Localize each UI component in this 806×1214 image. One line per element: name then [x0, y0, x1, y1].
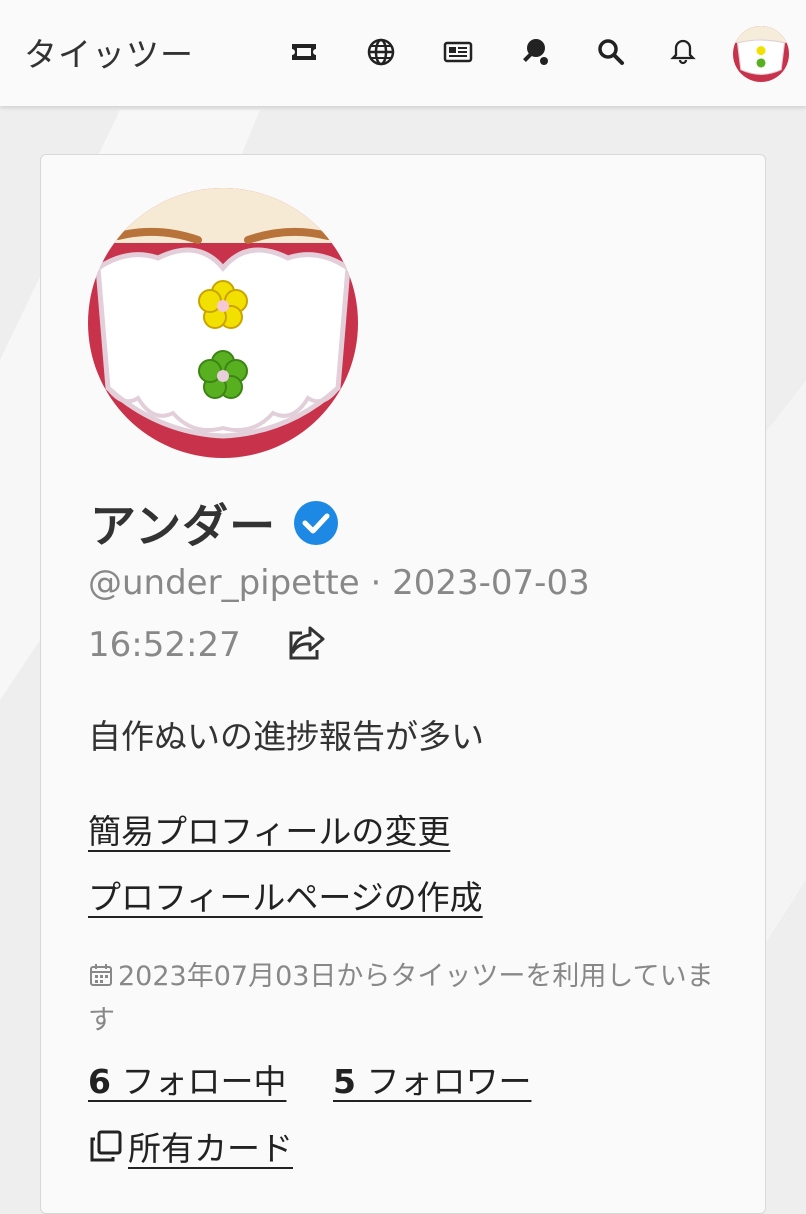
search-icon[interactable] [589, 30, 633, 74]
app-title[interactable]: タイッツー [24, 28, 194, 76]
ticket-icon[interactable] [282, 30, 326, 74]
joined-info: 2023年07月03日からタイッツーを利用しています [88, 955, 728, 1043]
edit-simple-profile-link[interactable]: 簡易プロフィールの変更 [88, 805, 450, 853]
name-row: アンダー [90, 490, 340, 556]
following-count: 6 [88, 1062, 111, 1101]
owned-cards-label: 所有カード [128, 1129, 293, 1168]
user-avatar-small[interactable] [733, 26, 789, 82]
globe-icon[interactable] [359, 30, 403, 74]
following-link[interactable]: 6 フォロー中 [88, 1055, 286, 1103]
display-name: アンダー [90, 499, 277, 553]
created-date: 2023-07-03 [392, 563, 590, 603]
top-navigation-bar: タイッツー [0, 0, 806, 106]
joined-text: 2023年07月03日からタイッツーを利用しています [88, 961, 714, 1036]
following-label: フォロー中 [121, 1062, 287, 1101]
followers-label: フォロワー [366, 1062, 532, 1101]
create-profile-page-link[interactable]: プロフィールページの作成 [88, 871, 483, 919]
profile-bio: 自作ぬいの進捗報告が多い [88, 717, 484, 756]
profile-avatar [88, 188, 358, 458]
followers-link[interactable]: 5 フォロワー [333, 1055, 531, 1103]
profile-card: アンダー @under_pipette · 2023-07-03 16:52:2… [40, 154, 766, 1214]
bell-icon[interactable] [661, 30, 705, 74]
ping-pong-icon[interactable] [513, 30, 557, 74]
profile-meta: @under_pipette · 2023-07-03 16:52:27 [88, 552, 648, 676]
meta-separator: · [370, 563, 382, 603]
followers-count: 5 [333, 1062, 356, 1101]
username: @under_pipette [88, 563, 360, 603]
owned-cards-link[interactable]: 所有カード [88, 1122, 293, 1170]
verified-badge-icon [294, 501, 339, 545]
newspaper-icon[interactable] [436, 30, 480, 74]
created-time: 16:52:27 [88, 625, 241, 665]
share-icon[interactable] [286, 624, 326, 662]
calendar-icon [90, 964, 112, 986]
copy-icon [90, 1130, 122, 1162]
